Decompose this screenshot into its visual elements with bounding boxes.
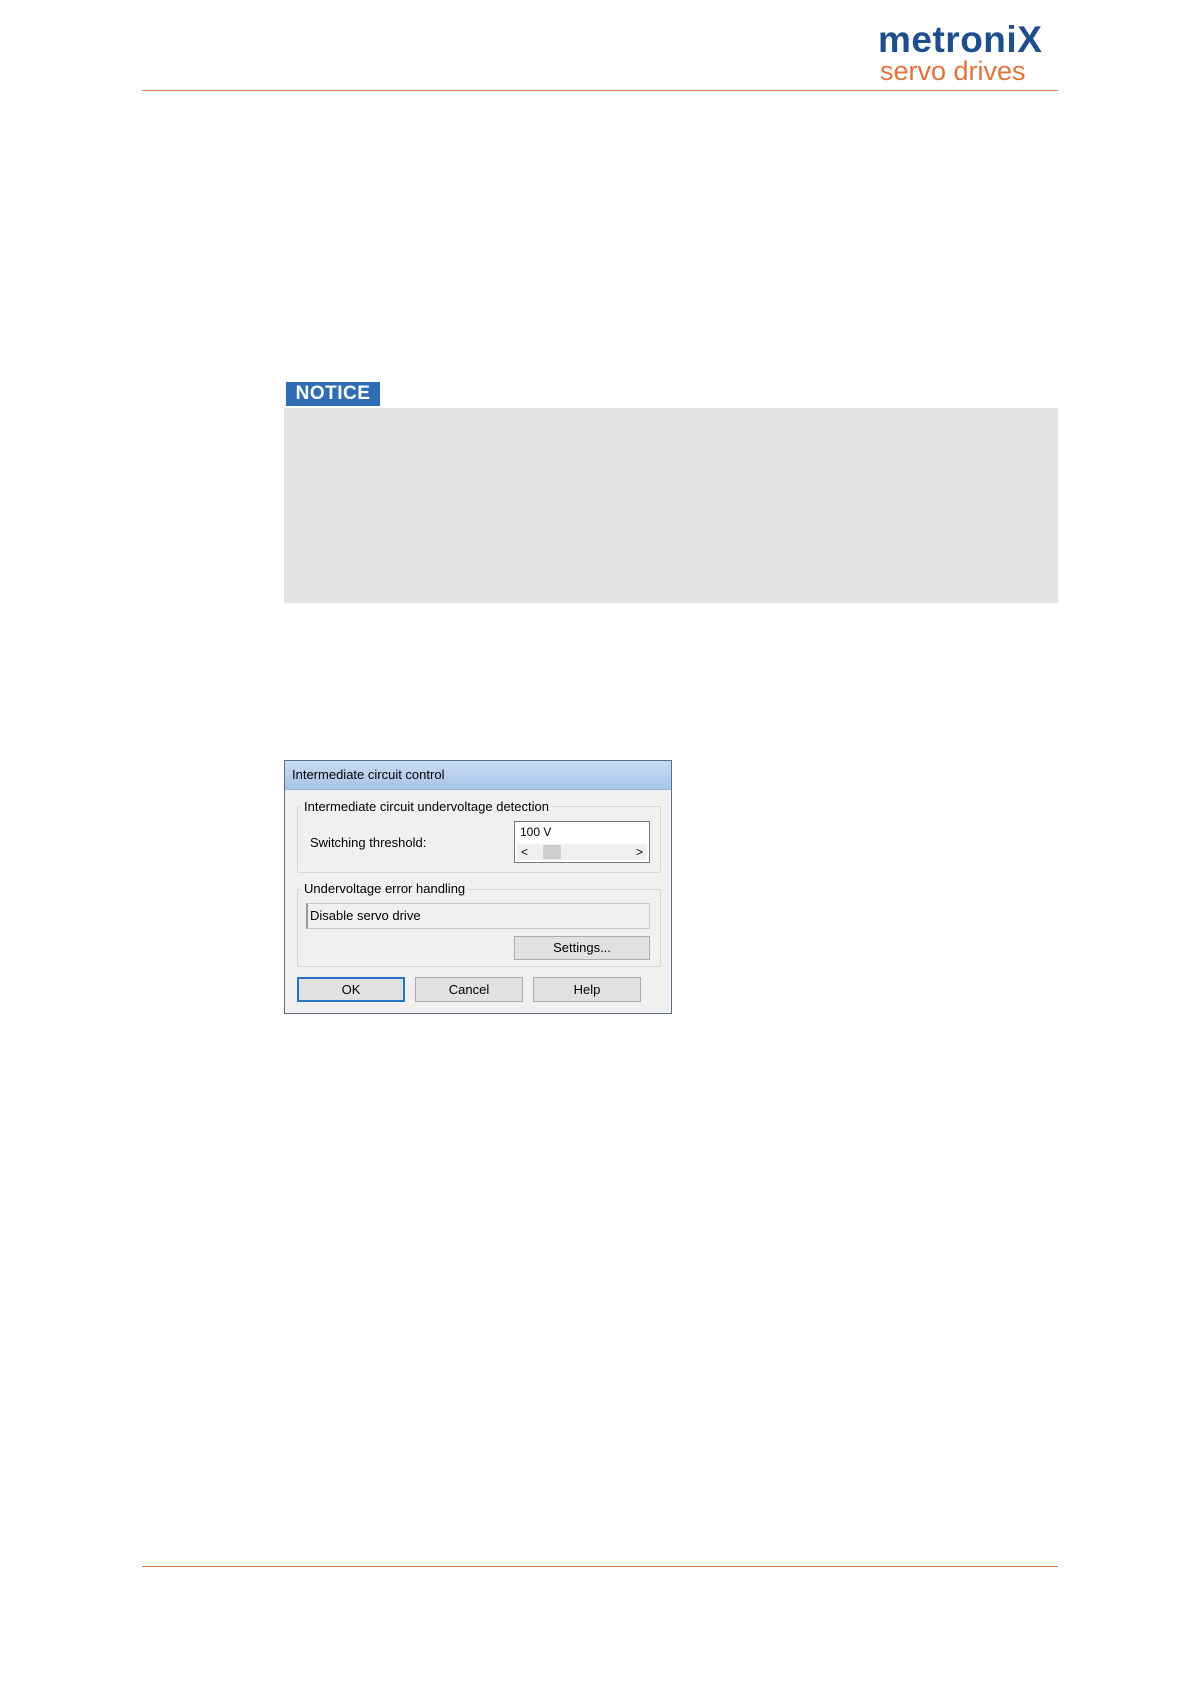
- error-handling-field: Disable servo drive: [306, 903, 650, 929]
- dialog-title: Intermediate circuit control: [292, 767, 445, 782]
- threshold-scrollbar[interactable]: < >: [517, 844, 647, 860]
- settings-button[interactable]: Settings...: [514, 936, 650, 960]
- scroll-left-arrow-icon[interactable]: <: [521, 844, 528, 860]
- footer-divider: [142, 1566, 1058, 1567]
- undervoltage-detection-legend: Intermediate circuit undervoltage detect…: [301, 799, 552, 814]
- dialog-titlebar[interactable]: Intermediate circuit control: [285, 761, 671, 790]
- switching-threshold-label: Switching threshold:: [310, 835, 427, 850]
- switching-threshold-control: 100 V < >: [514, 821, 650, 863]
- metronix-logo: metroniX servo drives: [878, 18, 1058, 86]
- scroll-right-arrow-icon[interactable]: >: [636, 844, 643, 860]
- undervoltage-error-legend: Undervoltage error handling: [301, 881, 469, 896]
- cancel-button[interactable]: Cancel: [415, 977, 523, 1002]
- header-divider: [142, 90, 1058, 91]
- switching-threshold-value: 100 V: [520, 825, 552, 839]
- ok-button[interactable]: OK: [297, 977, 405, 1002]
- notice-box: [284, 408, 1058, 603]
- scroll-thumb[interactable]: [543, 845, 561, 859]
- intermediate-circuit-dialog: Intermediate circuit control Intermediat…: [284, 760, 672, 1014]
- error-handling-value: Disable servo drive: [310, 908, 421, 923]
- notice-badge: NOTICE: [286, 382, 380, 406]
- help-button[interactable]: Help: [533, 977, 641, 1002]
- logo-tagline: servo drives: [880, 56, 1026, 86]
